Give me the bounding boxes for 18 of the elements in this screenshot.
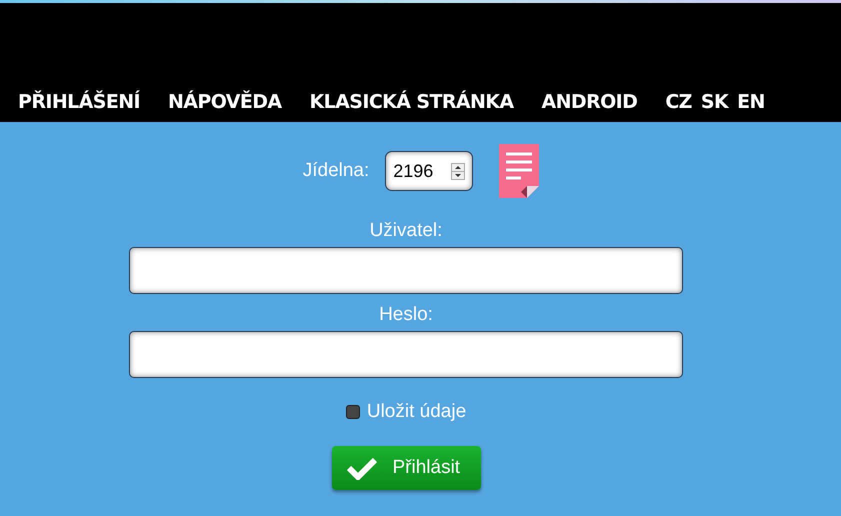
check-icon xyxy=(346,456,376,480)
nav-link[interactable]: PŘIHLÁŠENÍ xyxy=(18,91,140,113)
document-icon[interactable] xyxy=(499,144,540,198)
nav-link[interactable]: KLASICKÁ STRÁNKA xyxy=(310,91,514,113)
spinner-icon[interactable] xyxy=(451,162,466,180)
canteen-label: Jídelna: xyxy=(302,160,370,182)
password-field[interactable] xyxy=(129,331,683,378)
language-link[interactable]: EN xyxy=(737,91,765,113)
username-field[interactable] xyxy=(129,247,683,294)
nav-link[interactable]: ANDROID xyxy=(542,91,638,113)
password-label: Heslo: xyxy=(379,304,433,326)
canteen-number-field[interactable]: 2196 xyxy=(385,151,474,191)
remember-label: Uložit údaje xyxy=(366,401,466,423)
username-label: Uživatel: xyxy=(370,220,442,242)
nav-link[interactable]: NÁPOVĚDA xyxy=(168,91,282,113)
remember-checkbox[interactable] xyxy=(346,405,360,419)
language-link[interactable]: SK xyxy=(700,91,728,113)
language-link[interactable]: CZ xyxy=(665,91,692,113)
